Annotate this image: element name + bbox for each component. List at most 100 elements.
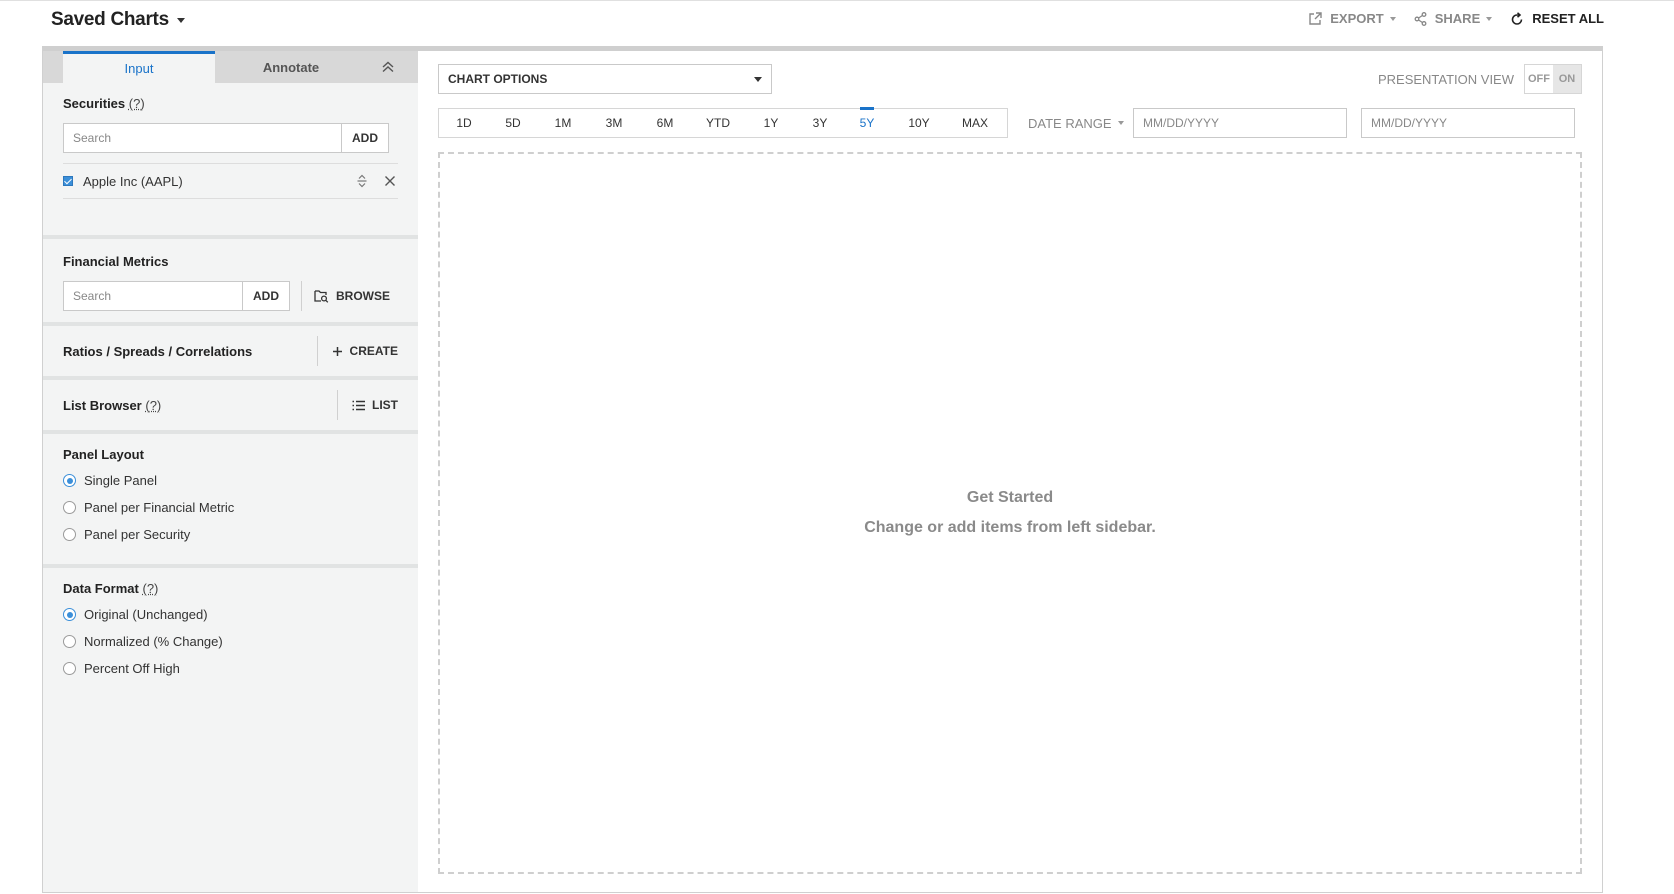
range-3y[interactable]: 3Y bbox=[797, 108, 843, 138]
range-6m[interactable]: 6M bbox=[639, 108, 691, 138]
reset-all-button[interactable]: RESET ALL bbox=[1510, 11, 1604, 26]
sidebar-tabs: Input Annotate bbox=[43, 51, 418, 83]
refresh-icon bbox=[1511, 11, 1523, 25]
radio-label: Panel per Financial Metric bbox=[84, 500, 235, 515]
close-icon[interactable] bbox=[382, 173, 398, 189]
radio-button[interactable] bbox=[63, 608, 76, 621]
empty-state-subtitle: Change or add items from left sidebar. bbox=[864, 519, 1156, 536]
chart-content: CHART OPTIONS PRESENTATION VIEW OFF ON 1… bbox=[418, 51, 1602, 892]
range-1m[interactable]: 1M bbox=[537, 108, 589, 138]
radio-label: Original (Unchanged) bbox=[84, 607, 208, 622]
saved-charts-title: Saved Charts bbox=[51, 9, 169, 30]
toggle-on[interactable]: ON bbox=[1553, 65, 1581, 93]
external-link-icon bbox=[1309, 11, 1322, 25]
reorder-icon[interactable] bbox=[354, 173, 370, 189]
date-range-label: DATE RANGE bbox=[1028, 115, 1112, 131]
collapse-icon[interactable] bbox=[380, 59, 396, 75]
radio-button[interactable] bbox=[63, 662, 76, 675]
list-label: LIST bbox=[372, 398, 398, 412]
end-date-input[interactable] bbox=[1361, 108, 1575, 138]
range-1y[interactable]: 1Y bbox=[745, 108, 797, 138]
security-label: Apple Inc (AAPL) bbox=[83, 173, 183, 189]
chevron-down-icon bbox=[754, 77, 762, 82]
range-5y[interactable]: 5Y bbox=[843, 108, 891, 138]
financial-metrics-search-row: ADD BROWSE bbox=[63, 281, 398, 311]
top-bar: Saved Charts EXPORT SHARE RESET ALL bbox=[0, 0, 1674, 44]
financial-metrics-title: Financial Metrics bbox=[63, 254, 169, 269]
radio-label: Single Panel bbox=[84, 473, 157, 488]
range-3m[interactable]: 3M bbox=[589, 108, 639, 138]
list-browser-title-label: List Browser bbox=[63, 397, 142, 413]
range-max[interactable]: MAX bbox=[947, 108, 1003, 138]
radio-button[interactable] bbox=[63, 635, 76, 648]
share-icon bbox=[1414, 11, 1427, 26]
securities-add-button[interactable]: ADD bbox=[342, 123, 389, 153]
radio-percent-off-high[interactable]: Percent Off High bbox=[63, 655, 398, 682]
radio-single-panel[interactable]: Single Panel bbox=[63, 467, 398, 494]
chevron-down-icon bbox=[1389, 16, 1396, 21]
panel-layout-title: Panel Layout bbox=[63, 447, 144, 462]
range-5d[interactable]: 5D bbox=[489, 108, 537, 138]
radio-button[interactable] bbox=[63, 528, 76, 541]
share-button[interactable]: SHARE bbox=[1414, 11, 1493, 26]
top-actions: EXPORT SHARE RESET ALL bbox=[1308, 11, 1604, 26]
plus-icon bbox=[332, 346, 342, 356]
presentation-view-toggle[interactable]: OFF ON bbox=[1524, 64, 1582, 94]
chevron-down-icon bbox=[1117, 121, 1124, 125]
radio-original-unchanged[interactable]: Original (Unchanged) bbox=[63, 601, 398, 628]
security-list-item: Apple Inc (AAPL) bbox=[63, 163, 398, 199]
presentation-view: PRESENTATION VIEW OFF ON bbox=[1378, 64, 1582, 94]
data-format-section: Data Format (?) Original (Unchanged) Nor… bbox=[43, 568, 418, 682]
presentation-view-label: PRESENTATION VIEW bbox=[1377, 71, 1514, 87]
create-label: CREATE bbox=[349, 344, 398, 358]
data-format-help-link[interactable]: (?) bbox=[142, 581, 158, 596]
radio-panel-per-financial-metric[interactable]: Panel per Financial Metric bbox=[63, 494, 398, 521]
financial-metrics-search-input[interactable] bbox=[63, 281, 243, 311]
range-ytd[interactable]: YTD bbox=[691, 108, 745, 138]
data-format-title: Data Format (?) bbox=[63, 581, 398, 596]
securities-title: Securities (?) bbox=[63, 96, 398, 111]
securities-search-row: ADD bbox=[63, 123, 398, 153]
list-browser-help-link[interactable]: (?) bbox=[145, 398, 161, 413]
chevron-down-icon bbox=[1486, 16, 1493, 21]
range-10y[interactable]: 10Y bbox=[891, 108, 947, 138]
radio-panel-per-security[interactable]: Panel per Security bbox=[63, 521, 398, 548]
empty-state-title: Get Started bbox=[966, 489, 1054, 506]
list-browser-section: List Browser (?) LIST bbox=[43, 380, 418, 434]
export-label: EXPORT bbox=[1330, 11, 1384, 26]
chart-options-dropdown[interactable]: CHART OPTIONS bbox=[438, 64, 772, 94]
list-browser-title: List Browser (?) bbox=[63, 398, 161, 413]
export-button[interactable]: EXPORT bbox=[1308, 11, 1396, 26]
date-range-dropdown[interactable]: DATE RANGE bbox=[1028, 108, 1124, 138]
toggle-off[interactable]: OFF bbox=[1525, 65, 1553, 93]
reset-all-label: RESET ALL bbox=[1532, 11, 1604, 26]
radio-button[interactable] bbox=[63, 474, 76, 487]
time-range-selector: 1D 5D 1M 3M 6M YTD 1Y 3Y 5Y 10Y MAX bbox=[438, 108, 1008, 138]
securities-title-label: Securities bbox=[63, 96, 126, 111]
chart-options-label: CHART OPTIONS bbox=[448, 72, 548, 86]
browse-button[interactable]: BROWSE bbox=[301, 281, 390, 311]
start-date-input[interactable] bbox=[1133, 108, 1347, 138]
chart-canvas: Get Started Change or add items from lef… bbox=[438, 152, 1582, 874]
left-sidebar: Input Annotate Securities (?) ADD Apple … bbox=[43, 51, 418, 892]
list-button[interactable]: LIST bbox=[337, 390, 398, 420]
radio-normalized-change[interactable]: Normalized (% Change) bbox=[63, 628, 398, 655]
browse-folder-icon bbox=[314, 290, 329, 303]
radio-label: Normalized (% Change) bbox=[84, 634, 223, 649]
ratios-title: Ratios / Spreads / Correlations bbox=[63, 343, 253, 359]
securities-section: Securities (?) ADD Apple Inc (AAPL) bbox=[43, 83, 418, 239]
radio-label: Panel per Security bbox=[84, 527, 191, 542]
range-1d[interactable]: 1D bbox=[439, 108, 489, 138]
radio-button[interactable] bbox=[63, 501, 76, 514]
securities-help-link[interactable]: (?) bbox=[129, 96, 145, 111]
panel-layout-section: Panel Layout Single Panel Panel per Fina… bbox=[43, 434, 418, 568]
data-format-title-label: Data Format bbox=[63, 581, 139, 596]
securities-search-input[interactable] bbox=[63, 123, 342, 153]
security-checkbox[interactable] bbox=[63, 176, 73, 186]
financial-metrics-add-button[interactable]: ADD bbox=[243, 281, 290, 311]
tab-input[interactable]: Input bbox=[63, 51, 215, 83]
create-button[interactable]: CREATE bbox=[316, 336, 398, 366]
saved-charts-menu[interactable]: Saved Charts bbox=[51, 9, 185, 31]
chart-builder-frame: Input Annotate Securities (?) ADD Apple … bbox=[42, 46, 1603, 893]
tab-annotate[interactable]: Annotate bbox=[215, 51, 367, 83]
